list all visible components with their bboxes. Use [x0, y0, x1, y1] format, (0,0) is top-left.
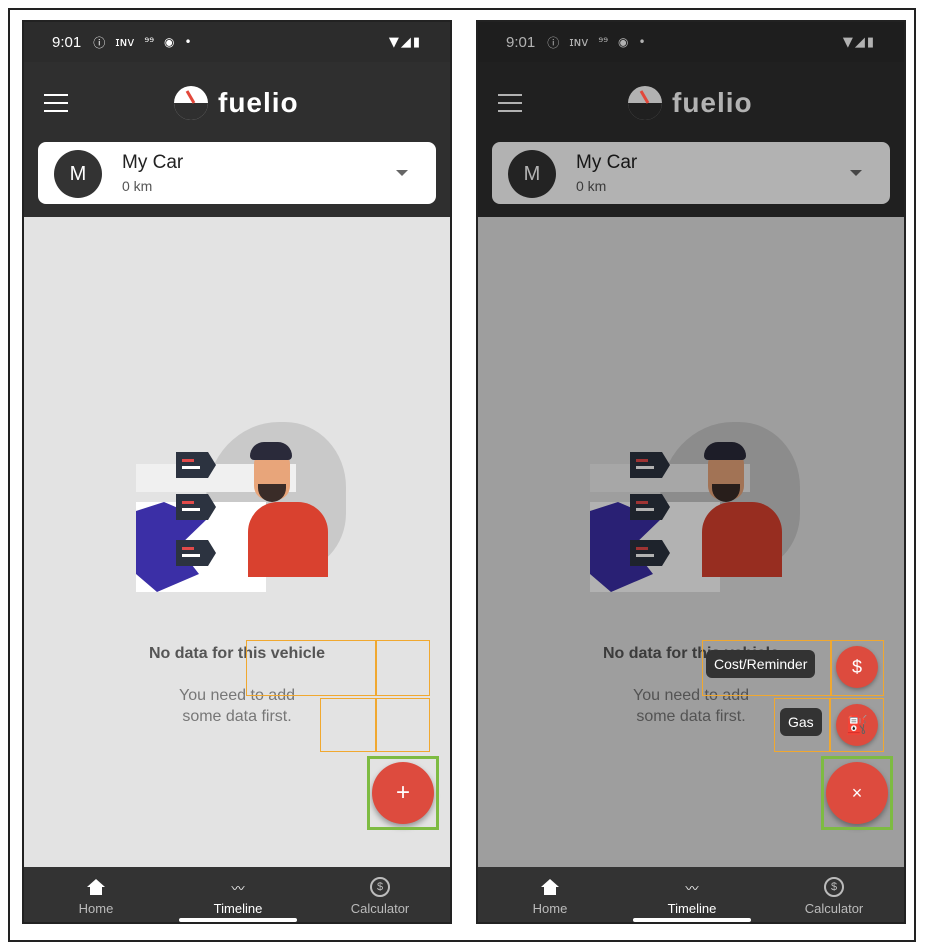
highlight-box — [376, 698, 430, 752]
vehicle-name: My Car — [122, 152, 184, 173]
nav-home[interactable]: Home — [490, 875, 610, 916]
info-icon: ⓘ — [93, 35, 106, 50]
gauge-icon — [174, 86, 208, 120]
nav-calculator-label: Calculator — [350, 901, 410, 916]
menu-icon[interactable] — [44, 94, 68, 114]
vehicle-selector[interactable]: M My Car 0 km — [38, 142, 436, 204]
vehicle-avatar: M — [54, 150, 102, 198]
nav-home-label: Home — [532, 901, 568, 916]
highlight-box — [830, 640, 884, 696]
timeline-icon: 〰 — [685, 880, 699, 896]
nav-calculator[interactable]: $ Calculator — [320, 875, 440, 916]
status-bar: 9:01 ⓘ ɪɴᴠ ⁹⁹ ◉ • ▼◢▮ — [24, 22, 450, 62]
highlight-box — [376, 640, 430, 696]
highlight-box — [320, 698, 376, 752]
nav-home[interactable]: Home — [36, 875, 156, 916]
nav-timeline[interactable]: 〰 Timeline — [632, 875, 752, 917]
highlight-box — [774, 698, 830, 752]
app-name: fuelio — [218, 87, 299, 118]
bottom-navigation: Home 〰 Timeline $ Calculator — [24, 867, 450, 922]
app-bar: fuelio M My Car 0 km — [24, 62, 450, 217]
home-icon — [87, 879, 105, 895]
nav-timeline-label: Timeline — [213, 901, 263, 916]
phone-screen-left: 9:01 ⓘ ɪɴᴠ ⁹⁹ ◉ • ▼◢▮ fuelio M My Car 0 … — [22, 20, 452, 924]
nav-home-label: Home — [78, 901, 114, 916]
selected-element-highlight — [821, 756, 893, 830]
vehicle-odometer: 0 km — [122, 178, 153, 194]
nav-timeline[interactable]: 〰 Timeline — [178, 875, 298, 917]
dollar-circle-icon: $ — [824, 877, 844, 897]
quote-icon: ⁹⁹ — [144, 35, 155, 49]
status-time: 9:01 — [52, 33, 82, 51]
nav-calculator-label: Calculator — [804, 901, 864, 916]
gesture-home-bar[interactable] — [633, 918, 751, 922]
status-right-icons: ▼◢▮ — [388, 34, 422, 50]
inv-icon: ɪɴᴠ — [115, 35, 135, 49]
timeline-icon: 〰 — [231, 880, 245, 896]
nav-calculator[interactable]: $ Calculator — [774, 875, 894, 916]
app-logo: fuelio — [174, 86, 299, 120]
selected-element-highlight — [367, 756, 439, 830]
gesture-home-bar[interactable] — [179, 918, 297, 922]
dollar-circle-icon: $ — [370, 877, 390, 897]
highlight-box — [830, 698, 884, 752]
highlight-box — [702, 640, 832, 696]
dot-icon: • — [184, 35, 192, 49]
nav-timeline-label: Timeline — [667, 901, 717, 916]
phone-screen-right: 9:01 ⓘ ɪɴᴠ ⁹⁹ ◉ • ▼◢▮ fuelio M My Car 0 … — [476, 20, 906, 924]
circle-icon: ◉ — [164, 35, 175, 49]
home-icon — [541, 879, 559, 895]
empty-state-illustration — [136, 422, 346, 592]
bottom-navigation: Home 〰 Timeline $ Calculator — [478, 867, 904, 922]
chevron-down-icon — [396, 170, 408, 176]
highlight-box — [246, 640, 376, 696]
